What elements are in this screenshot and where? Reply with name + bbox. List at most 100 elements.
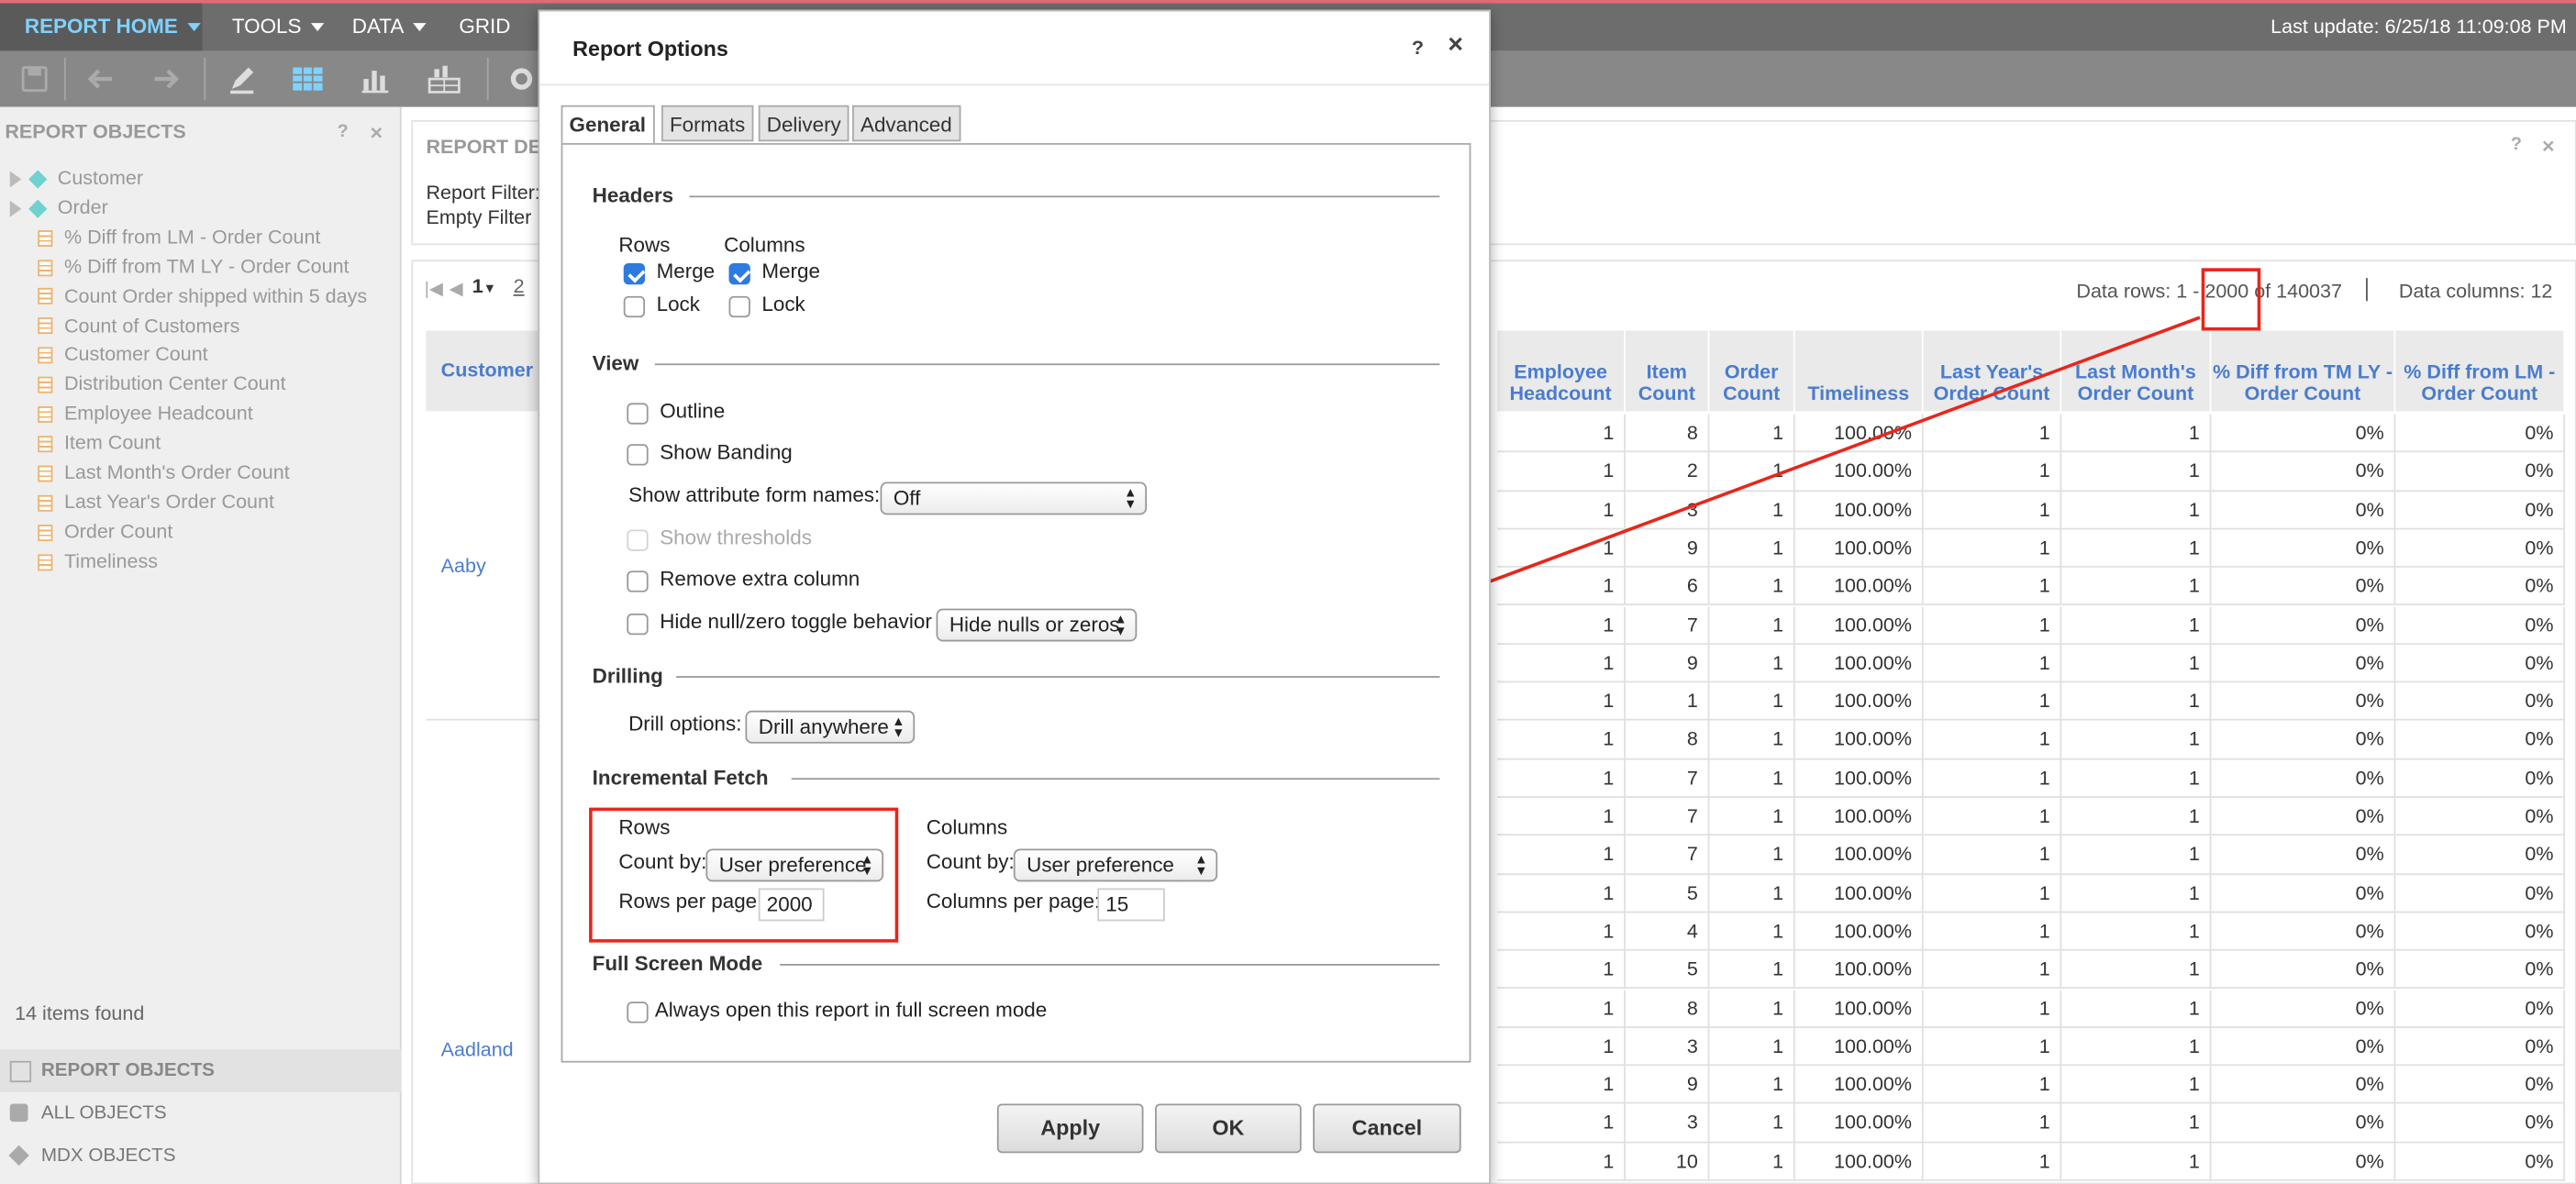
column-header[interactable]: % Diff from LM - Order Count <box>2395 330 2566 412</box>
column-header[interactable]: Last Year's Order Count <box>1923 330 2062 412</box>
outline-checkbox[interactable] <box>627 403 649 425</box>
hide-null-checkbox[interactable] <box>627 613 649 636</box>
tab-all-objects[interactable]: ALL OBJECTS <box>0 1092 402 1135</box>
tree-item[interactable]: Distribution Center Count <box>38 369 286 398</box>
table-cell: 0% <box>2395 874 2566 913</box>
column-header[interactable]: Order Count <box>1709 330 1795 412</box>
table-cell: 1 <box>1497 1027 1626 1067</box>
table-cell: 1 <box>2061 989 2212 1028</box>
tree-item[interactable]: Customer Count <box>38 339 208 369</box>
table-cell: 1 <box>1709 989 1795 1028</box>
help-icon[interactable]: ? <box>2511 135 2522 155</box>
cancel-button[interactable]: Cancel <box>1313 1103 1461 1154</box>
hide-null-select[interactable]: Hide nulls or zeros ▲ ▼ <box>936 608 1138 642</box>
column-header[interactable]: Timeliness <box>1794 330 1924 412</box>
attribute-icon <box>28 199 48 218</box>
folder-icon <box>9 1103 28 1123</box>
table-cell: 100.00% <box>1794 1142 1924 1181</box>
help-icon[interactable]: ? <box>1412 36 1424 59</box>
help-icon[interactable]: ? <box>338 122 349 142</box>
table-cell: 1 <box>1497 835 1626 875</box>
table-cell: 1 <box>1923 913 2062 951</box>
table-cell: 0% <box>2211 529 2396 569</box>
tree-item[interactable]: Last Month's Order Count <box>38 458 290 487</box>
table-cell: 100.00% <box>1794 605 1924 645</box>
column-header[interactable]: Employee Headcount <box>1497 330 1626 412</box>
table-cell: 100.00% <box>1794 1066 1924 1105</box>
tree-item[interactable]: Item Count <box>38 427 161 457</box>
tab-report-objects[interactable]: REPORT OBJECTS <box>0 1049 402 1092</box>
table-cell: 1 <box>2061 835 2212 875</box>
menu-grid[interactable]: GRID <box>459 4 510 51</box>
pencil-icon[interactable] <box>220 60 263 99</box>
save-icon[interactable] <box>13 60 56 99</box>
menu-data[interactable]: DATA <box>352 4 427 51</box>
metric-icon <box>38 406 53 423</box>
close-icon[interactable]: × <box>1448 31 1463 61</box>
menu-tools[interactable]: TOOLS <box>232 4 325 51</box>
ok-button[interactable]: OK <box>1155 1103 1302 1154</box>
section-incremental-fetch: Incremental Fetch <box>592 766 769 790</box>
tree-item[interactable]: % Diff from TM LY - Order Count <box>38 251 350 281</box>
tree-item[interactable]: Order <box>9 193 108 222</box>
tab-general[interactable]: General <box>561 105 655 145</box>
page-2-link[interactable]: 2 <box>514 275 525 298</box>
tree-item[interactable]: Count Order shipped within 5 days <box>38 281 367 310</box>
tree-item[interactable]: % Diff from LM - Order Count <box>38 222 320 251</box>
columns-per-page-input[interactable]: 15 <box>1097 888 1165 922</box>
graph-view-icon[interactable] <box>354 60 397 99</box>
table-cell: 1 <box>1923 1142 2062 1181</box>
table-cell: 0% <box>2395 835 2566 875</box>
tab-mdx-objects[interactable]: MDX OBJECTS <box>0 1135 402 1178</box>
columns-merge-checkbox[interactable] <box>728 262 750 285</box>
expand-triangle-icon[interactable] <box>9 200 22 217</box>
column-header[interactable]: Item Count <box>1625 330 1710 412</box>
close-icon[interactable]: × <box>2542 133 2555 158</box>
tree-item[interactable]: Order Count <box>38 516 172 546</box>
close-icon[interactable]: × <box>371 120 383 145</box>
column-header[interactable]: Last Month's Order Count <box>2061 330 2212 412</box>
section-divider <box>791 778 1440 780</box>
tab-formats[interactable]: Formats <box>661 105 754 142</box>
redo-icon[interactable] <box>145 60 188 99</box>
attribute-form-select[interactable]: Off ▲ ▼ <box>880 481 1148 515</box>
first-page-icon[interactable]: |◀ <box>425 278 443 300</box>
table-cell: 1 <box>1709 759 1795 798</box>
full-screen-checkbox[interactable] <box>627 1001 649 1024</box>
columns-lock-label: Lock <box>761 293 805 316</box>
tree-item[interactable]: Customer <box>9 163 143 193</box>
table-cell: 0% <box>2211 568 2396 606</box>
table-cell: 100.00% <box>1794 414 1924 453</box>
table-cell: 0% <box>2211 759 2396 798</box>
grid-graph-icon[interactable] <box>423 60 466 99</box>
tab-delivery[interactable]: Delivery <box>758 105 849 142</box>
columns-lock-checkbox[interactable] <box>728 295 750 318</box>
menu-report-home[interactable]: REPORT HOME <box>0 3 203 51</box>
drill-options-select[interactable]: Drill anywhere ▲ ▼ <box>745 710 916 744</box>
customer-column-header[interactable]: Customer <box>426 330 542 412</box>
expand-triangle-icon[interactable] <box>9 171 22 188</box>
table-cell: 1 <box>2061 797 2212 836</box>
tree-item[interactable]: Employee Headcount <box>38 398 253 427</box>
remove-extra-column-checkbox[interactable] <box>627 570 649 592</box>
tab-advanced[interactable]: Advanced <box>852 105 960 142</box>
undo-icon[interactable] <box>79 60 122 99</box>
table-cell: 1 <box>1497 759 1626 798</box>
show-banding-checkbox[interactable] <box>627 444 649 466</box>
current-page[interactable]: 1▼ <box>472 275 496 298</box>
table-cell: 0% <box>2395 759 2566 798</box>
rows-merge-checkbox[interactable] <box>623 262 646 285</box>
rows-lock-checkbox[interactable] <box>623 295 646 318</box>
tree-item[interactable]: Count of Customers <box>38 310 239 339</box>
gear-icon[interactable] <box>500 60 543 99</box>
apply-button[interactable]: Apply <box>996 1103 1144 1154</box>
table-cell: 1 <box>1497 414 1626 453</box>
tree-item[interactable]: Timeliness <box>38 546 158 575</box>
columns-count-by-select[interactable]: User preference ▲ ▼ <box>1013 848 1218 882</box>
previous-page-icon[interactable]: ◀ <box>450 278 463 300</box>
attribute-form-label: Show attribute form names: <box>628 483 881 507</box>
grid-view-icon[interactable] <box>286 60 329 99</box>
column-header[interactable]: % Diff from TM LY - Order Count <box>2211 330 2396 412</box>
tree-item[interactable]: Last Year's Order Count <box>38 487 274 516</box>
table-cell: 1 <box>2061 644 2212 683</box>
